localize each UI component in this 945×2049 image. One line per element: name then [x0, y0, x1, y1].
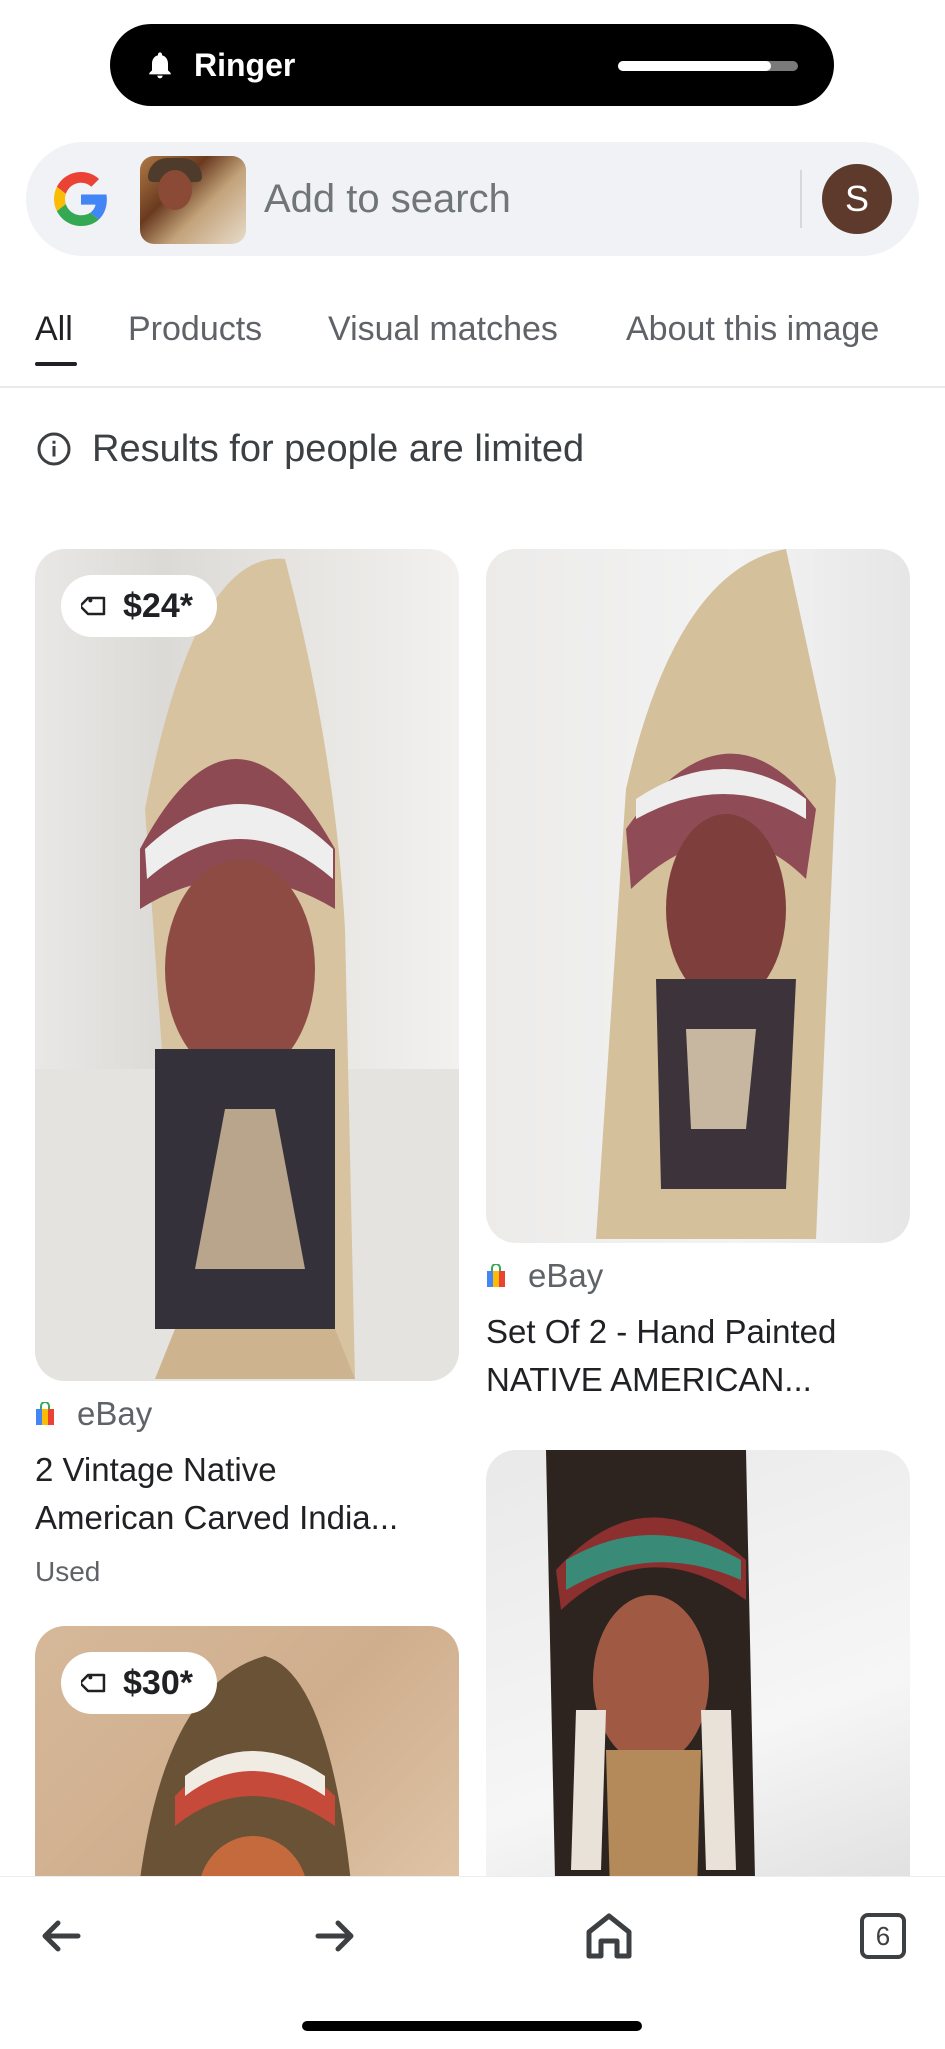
source-name: eBay: [77, 1395, 153, 1432]
tab-count: 6: [875, 1921, 891, 1951]
result-image[interactable]: [486, 1450, 910, 1926]
active-tab-indicator: [35, 362, 77, 366]
result-title-line: 2 Vintage Native: [35, 1451, 277, 1488]
search-divider: [800, 170, 802, 228]
home-indicator: [302, 2021, 642, 2031]
back-arrow-icon[interactable]: [26, 1901, 96, 1971]
result-title-line: NATIVE AMERICAN...: [486, 1361, 812, 1398]
price-badge: $30*: [61, 1652, 217, 1714]
bottom-nav-bar: 6: [0, 1876, 945, 2049]
result-title[interactable]: 2 Vintage Native American Carved India..…: [35, 1446, 459, 1542]
ringer-status-pill: Ringer: [110, 24, 834, 106]
price-text: $30*: [123, 1663, 193, 1702]
home-icon[interactable]: [574, 1901, 644, 1971]
price-tag-icon: [81, 1673, 106, 1693]
volume-level: [618, 61, 771, 71]
ringer-label: Ringer: [194, 47, 296, 83]
search-bar[interactable]: Add to search S: [26, 142, 919, 256]
tab-all[interactable]: All: [35, 308, 73, 350]
forward-arrow-icon[interactable]: [300, 1901, 370, 1971]
tab-visual-matches[interactable]: Visual matches: [328, 308, 558, 350]
account-avatar[interactable]: S: [822, 164, 892, 234]
google-logo-icon[interactable]: [54, 172, 108, 226]
price-text: $24*: [123, 586, 193, 625]
search-input[interactable]: Add to search: [264, 176, 511, 222]
price-tag-icon: [81, 596, 106, 616]
result-condition: Used: [35, 1556, 101, 1587]
figurine-image: [596, 549, 836, 1239]
tabs-switcher-button[interactable]: 6: [848, 1901, 918, 1971]
source-name: eBay: [528, 1257, 604, 1294]
tab-about-this-image[interactable]: About this image: [626, 308, 879, 350]
info-icon[interactable]: [36, 431, 72, 467]
tab-products[interactable]: Products: [128, 308, 262, 350]
volume-slider[interactable]: [618, 61, 798, 71]
figurine-image: [35, 558, 459, 1381]
result-title-line: Set Of 2 - Hand Painted: [486, 1313, 837, 1350]
bell-icon: [149, 52, 171, 79]
query-image-thumbnail[interactable]: [140, 156, 246, 244]
result-title-line: American Carved India...: [35, 1499, 399, 1536]
shopping-bag-icon: [487, 1264, 505, 1287]
price-badge: $24*: [61, 575, 217, 637]
figurine-image: [546, 1450, 756, 1926]
result-image[interactable]: [486, 549, 910, 1243]
result-image[interactable]: $24*: [35, 549, 459, 1381]
result-title[interactable]: Set Of 2 - Hand Painted NATIVE AMERICAN.…: [486, 1308, 910, 1404]
notice-text: Results for people are limited: [92, 428, 585, 470]
result-tabs: All Products Visual matches About this i…: [0, 300, 945, 388]
shopping-bag-icon: [36, 1402, 54, 1425]
